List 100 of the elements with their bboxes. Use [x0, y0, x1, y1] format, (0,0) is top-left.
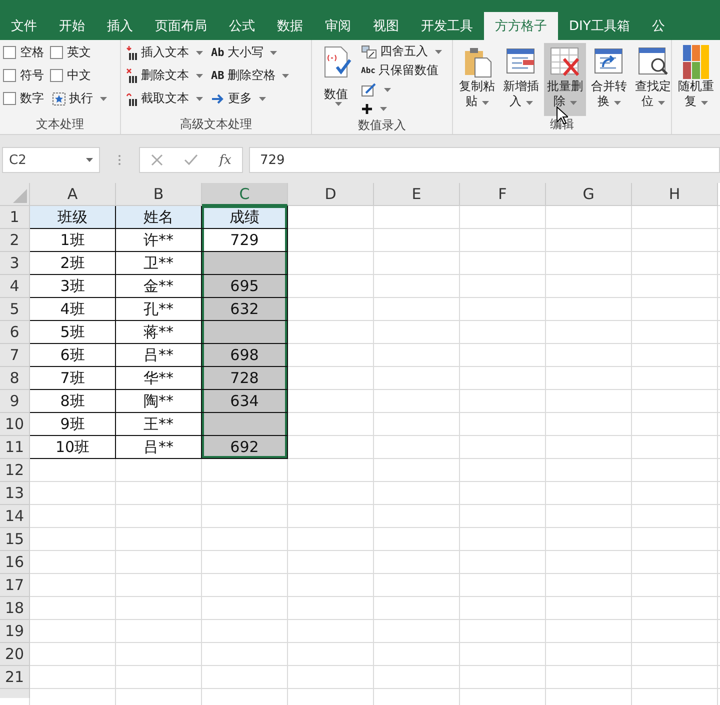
- drag-handle-icon: [118, 154, 121, 166]
- row-header[interactable]: 17: [0, 574, 30, 597]
- table-cell: 6班: [30, 344, 116, 367]
- column-header[interactable]: B: [116, 183, 202, 206]
- checkbox[interactable]: 英文: [50, 43, 109, 62]
- name-box[interactable]: C2: [2, 147, 100, 173]
- table-cell: 5班: [30, 321, 116, 344]
- row-header[interactable]: 8: [0, 367, 30, 390]
- ribbon-tab[interactable]: 插入: [96, 12, 144, 40]
- row-header[interactable]: 6: [0, 321, 30, 344]
- table-delete-icon: [548, 45, 582, 79]
- column-header[interactable]: F: [460, 183, 546, 206]
- table-cell: 班级: [30, 206, 116, 229]
- table-cell: 10班: [30, 436, 116, 459]
- table-cell: 634: [202, 390, 288, 413]
- ribbon-button[interactable]: 随机重复: [675, 43, 717, 134]
- column-header[interactable]: A: [30, 183, 116, 206]
- row-header[interactable]: 2: [0, 229, 30, 252]
- ribbon-button[interactable]: 查找定位: [632, 43, 674, 116]
- text-bars-icon: [126, 90, 138, 106]
- table-cell: 孔**: [116, 298, 202, 321]
- row-header[interactable]: 10: [0, 413, 30, 436]
- cancel-icon[interactable]: [150, 154, 163, 166]
- formula-field[interactable]: 729: [249, 147, 720, 173]
- table-cell: 金**: [116, 275, 202, 298]
- row-header[interactable]: 9: [0, 390, 30, 413]
- edit-icon: [361, 82, 377, 96]
- column-header[interactable]: C: [202, 183, 288, 206]
- table-cell: 695: [202, 275, 288, 298]
- ribbon-button[interactable]: Abc 只保留数值: [359, 62, 444, 79]
- row-header[interactable]: 16: [0, 551, 30, 574]
- letters-icon: AB: [211, 69, 224, 82]
- row-header[interactable]: 13: [0, 482, 30, 505]
- ribbon-button[interactable]: 插入文本: [124, 43, 205, 62]
- ribbon-tab[interactable]: DIY工具箱: [558, 12, 641, 40]
- insert-function-button[interactable]: fx: [219, 152, 232, 168]
- column-header[interactable]: H: [632, 183, 718, 206]
- plus-icon: [361, 102, 373, 114]
- row-header[interactable]: 21: [0, 666, 30, 689]
- arrow-icon: [211, 92, 225, 104]
- table-cell: 698: [202, 344, 288, 367]
- row-header[interactable]: [0, 689, 30, 698]
- ribbon-tab[interactable]: 文件: [0, 12, 48, 40]
- ribbon-tab[interactable]: 视图: [362, 12, 410, 40]
- ribbon-tab[interactable]: 数据: [266, 12, 314, 40]
- ribbon-tab[interactable]: 开发工具: [410, 12, 484, 40]
- column-header[interactable]: G: [546, 183, 632, 206]
- ribbon-button[interactable]: 删除文本: [124, 66, 205, 85]
- ribbon-tab[interactable]: 审阅: [314, 12, 362, 40]
- column-header[interactable]: E: [374, 183, 460, 206]
- ribbon-button[interactable]: 截取文本: [124, 89, 205, 108]
- letters-icon: Abc: [361, 66, 376, 75]
- row-header[interactable]: 14: [0, 505, 30, 528]
- numeric-button[interactable]: 数值: [315, 43, 357, 117]
- row-header[interactable]: 20: [0, 643, 30, 666]
- ribbon-button[interactable]: 复制粘贴: [456, 43, 498, 116]
- color-blocks-icon: [683, 45, 709, 79]
- ribbon-button[interactable]: 新增插入: [500, 43, 542, 116]
- ribbon-tab[interactable]: 页面布局: [144, 12, 218, 40]
- row-header[interactable]: 12: [0, 459, 30, 482]
- group-label: 文本处理: [35, 116, 85, 133]
- row-header[interactable]: 15: [0, 528, 30, 551]
- checkbox[interactable]: 中文: [50, 66, 109, 85]
- check-icon[interactable]: [184, 154, 198, 166]
- ribbon-tab[interactable]: 公: [640, 12, 676, 40]
- row-header[interactable]: 1: [0, 206, 30, 229]
- ribbon-button[interactable]: 批量删除: [544, 43, 586, 116]
- text-bars-icon: [126, 68, 138, 84]
- execute-button[interactable]: 执行: [50, 89, 109, 108]
- row-header[interactable]: 19: [0, 620, 30, 643]
- ribbon-button[interactable]: AB 删除空格: [209, 66, 292, 85]
- star-icon: [52, 92, 66, 106]
- row-header[interactable]: 11: [0, 436, 30, 459]
- table-cell: 陶**: [116, 390, 202, 413]
- ribbon-button[interactable]: 四舍五入: [359, 43, 444, 60]
- ribbon-tab[interactable]: 方方格子: [484, 12, 558, 40]
- ribbon-button[interactable]: 合并转换: [588, 43, 630, 116]
- table-cell: 632: [202, 298, 288, 321]
- checkbox[interactable]: 符号: [3, 66, 44, 85]
- table-percent-icon: [361, 44, 377, 58]
- table-cell: 9班: [30, 413, 116, 436]
- ribbon-button[interactable]: 更多: [209, 89, 292, 108]
- ribbon-button[interactable]: Ab 大小写: [209, 43, 292, 62]
- checkbox[interactable]: 空格: [3, 43, 44, 62]
- column-header[interactable]: D: [288, 183, 374, 206]
- table-cell: 729: [202, 229, 288, 252]
- row-header[interactable]: 18: [0, 597, 30, 620]
- row-header[interactable]: 4: [0, 275, 30, 298]
- select-all-triangle-icon[interactable]: [13, 189, 27, 203]
- row-header[interactable]: 7: [0, 344, 30, 367]
- table-cell: 1班: [30, 229, 116, 252]
- table-cell: 8班: [30, 390, 116, 413]
- row-header[interactable]: 3: [0, 252, 30, 275]
- checkbox[interactable]: 数字: [3, 89, 44, 108]
- ribbon-tab[interactable]: 公式: [218, 12, 266, 40]
- ribbon-tab[interactable]: 开始: [48, 12, 96, 40]
- group-label: 数值录入: [357, 117, 407, 134]
- table-cell: 2班: [30, 252, 116, 275]
- row-header[interactable]: 5: [0, 298, 30, 321]
- table-cell: 许**: [116, 229, 202, 252]
